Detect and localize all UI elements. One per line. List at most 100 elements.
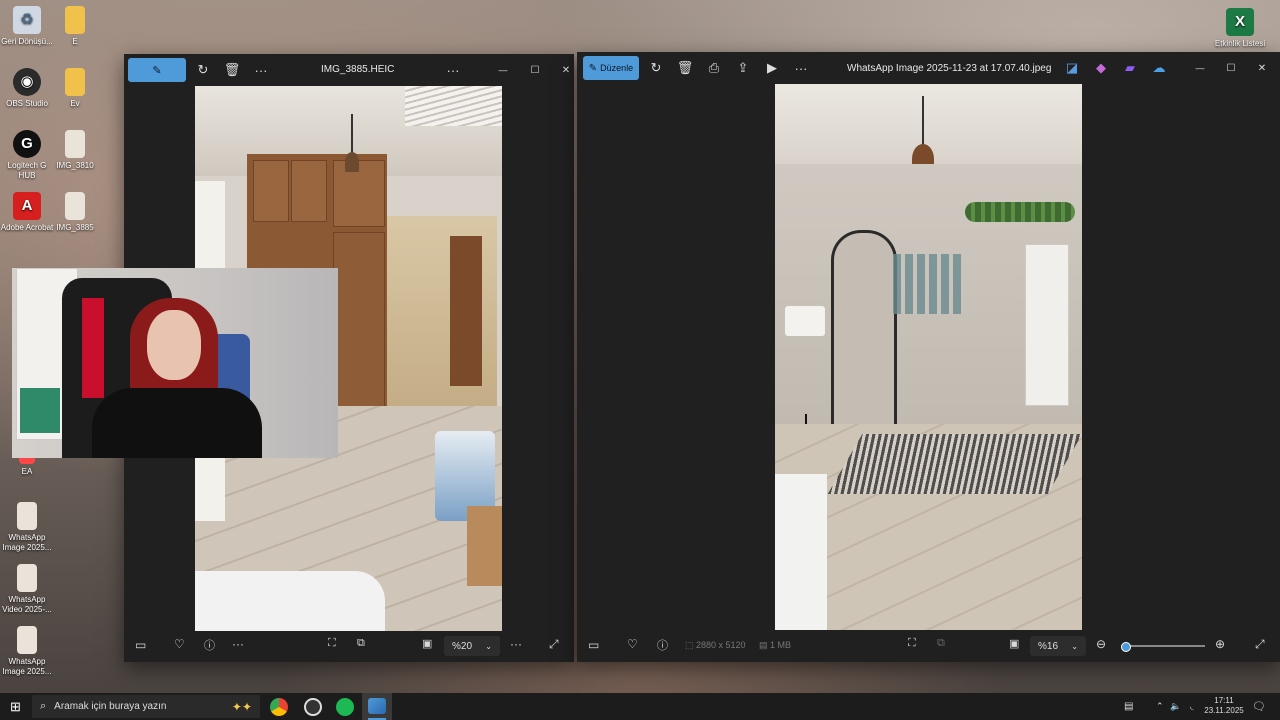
folder-icon [65,68,85,96]
edit-icon: ✎ [588,62,598,74]
chrome-icon[interactable] [270,698,288,716]
desktop-icon-acrobat[interactable]: A Adobe Acrobat [0,192,54,233]
webcam-overlay [12,268,338,458]
desktop-icon-whatsapp-image-2[interactable]: WhatsApp Image 2025... [0,626,54,677]
photos-icon [368,698,386,714]
input-indicator-icon[interactable]: ▤ [1124,701,1133,712]
slideshow-icon[interactable]: ▶ [763,56,781,80]
clipchamp-icon[interactable]: ▰ [1121,56,1139,80]
fit-to-window-icon[interactable]: ⛶ [908,637,916,650]
chevron-down-icon: ⌄ [485,641,492,651]
desktop-icon-recycle-bin[interactable]: ♻ Geri Dönüşü... [0,6,54,47]
desktop-icon-label: WhatsApp Image 2025... [2,533,52,552]
zoom-out-icon[interactable]: ⊖ [1096,637,1106,651]
info-icon[interactable]: ⓘ [204,637,215,653]
close-button[interactable]: ✕ [558,58,574,82]
desktop-icon-label: OBS Studio [6,99,48,108]
bottom-toolbar: ▭ ♡ ⓘ ⬚ 2880 x 5120 ▤ 1 MB ⛶ ⧉ ▣ %16 ⌄ ⊖… [577,630,1280,662]
zoom-dropdown[interactable]: %16 ⌄ [1030,636,1086,656]
zoom-fit-icon[interactable]: ▣ [1009,637,1019,650]
copilot-sparkle-icon: ✦✦ [231,699,252,714]
desktop-icon-whatsapp-image-1[interactable]: WhatsApp Image 2025... [0,502,54,553]
fit-to-window-icon[interactable]: ⛶ [328,637,336,650]
spotify-icon[interactable] [336,698,354,716]
folder-icon [65,6,85,34]
zoom-slider-thumb[interactable] [1121,642,1131,652]
favorite-icon[interactable]: ♡ [627,637,638,651]
rotate-icon[interactable]: ↻ [194,58,212,82]
share-icon[interactable]: ⇪ [734,56,752,80]
image-file-icon [17,502,37,530]
excel-icon: X [1226,8,1254,36]
minimize-button[interactable]: — [494,58,512,82]
more-options-icon[interactable]: ··· [792,56,810,80]
close-button[interactable]: ✕ [1253,56,1271,80]
edit-button[interactable]: ✎ Düzenle [583,56,639,80]
actual-size-icon[interactable]: ⧉ [357,637,365,650]
edit-button[interactable]: ✎ [128,58,186,82]
more-options-icon[interactable]: ··· [444,58,462,82]
notification-icon[interactable]: 🗨 [1252,700,1266,713]
filmstrip-icon[interactable]: ▭ [135,638,146,652]
desktop-icon-logitech[interactable]: G Logitech G HUB [0,130,54,181]
desktop-icon-img-3810[interactable]: IMG_3810 [48,130,102,171]
zoom-in-icon[interactable]: ⊕ [1215,637,1225,651]
bottom-toolbar: ▭ ♡ ⓘ ··· ⛶ ⧉ ▣ %20 ⌄ ··· ⤢ [124,630,574,662]
minimize-button[interactable]: — [1191,56,1209,80]
favorite-icon[interactable]: ♡ [174,637,185,651]
more-options-icon[interactable]: ··· [232,637,244,651]
title-bar: ✎ Düzenle ↻ 🗑 ⎙ ⇪ ▶ ··· WhatsApp Image 2… [577,52,1280,84]
more-options-icon[interactable]: ··· [510,637,522,651]
search-icon: ⌕ [40,700,47,712]
info-icon[interactable]: ⓘ [657,637,668,653]
dimensions-icon: ⬚ [685,640,697,650]
dimensions-value: 2880 x 5120 [696,640,746,650]
file-size-label: ▤ 1 MB [759,640,791,651]
clock[interactable]: 17:11 23.11.2025 [1204,696,1244,716]
desktop-icon-whatsapp-video[interactable]: WhatsApp Video 2025-... [0,564,54,615]
chevron-up-icon[interactable]: ⌃ [1156,701,1164,712]
chevron-down-icon: ⌄ [1071,641,1078,651]
desktop-icon-folder-e[interactable]: E [48,6,102,47]
desktop-icon-label: EA [21,467,33,476]
maximize-button[interactable]: ☐ [1222,56,1240,80]
delete-icon[interactable]: 🗑 [676,56,694,80]
dimensions-label: ⬚ 2880 x 5120 [685,640,746,651]
network-icon[interactable]: ◟ [1190,701,1194,712]
zoom-fit-icon[interactable]: ▣ [422,637,432,650]
windows-start-icon[interactable]: ⊞ [10,699,21,715]
maximize-button[interactable]: ☐ [526,58,544,82]
title-bar: ✎ ↻ 🗑 ··· IMG_3885.HEIC ··· — ☐ ✕ [124,54,574,86]
edit-icon: ✎ [152,64,162,77]
obs-taskbar-icon[interactable] [304,698,322,716]
more-options-icon[interactable]: ··· [252,58,270,82]
print-icon[interactable]: ⎙ [705,56,723,80]
edit-button-label: Düzenle [600,63,634,73]
desktop-icon-label: IMG_3885 [56,223,94,232]
zoom-value: %20 [452,640,473,652]
clock-time: 17:11 [1214,696,1234,705]
zoom-dropdown[interactable]: %20 ⌄ [444,636,500,656]
designer-icon[interactable]: ◆ [1092,56,1110,80]
search-box[interactable]: ⌕ Aramak için buraya yazın ✦✦ [32,695,260,718]
desktop-icon-label: E [72,37,78,46]
rotate-icon[interactable]: ↻ [647,56,665,80]
fullscreen-icon[interactable]: ⤢ [1255,637,1265,652]
actual-size-icon: ⧉ [937,637,945,649]
zoom-slider[interactable] [1121,642,1205,652]
image-file-icon [65,130,85,158]
desktop-icon-label: WhatsApp Image 2025... [2,657,52,676]
delete-icon[interactable]: 🗑 [223,58,241,82]
paint-icon[interactable]: ◪ [1063,56,1081,80]
photos-taskbar-button[interactable] [362,693,392,720]
desktop-icon-obs[interactable]: ◉ OBS Studio [0,68,54,109]
volume-icon[interactable]: 🔈 [1170,701,1181,712]
desktop-icon-folder-ev[interactable]: Ev [48,68,102,109]
photos-window-right[interactable]: ✎ Düzenle ↻ 🗑 ⎙ ⇪ ▶ ··· WhatsApp Image 2… [577,52,1280,662]
desktop-icon-img-3885[interactable]: IMG_3885 [48,192,102,233]
acrobat-icon: A [13,192,41,220]
fullscreen-icon[interactable]: ⤢ [549,637,559,652]
desktop-icon-excel[interactable]: X Etkinlik Listesi [1213,8,1267,49]
filmstrip-icon[interactable]: ▭ [588,638,599,652]
onedrive-icon[interactable]: ☁ [1150,56,1168,80]
